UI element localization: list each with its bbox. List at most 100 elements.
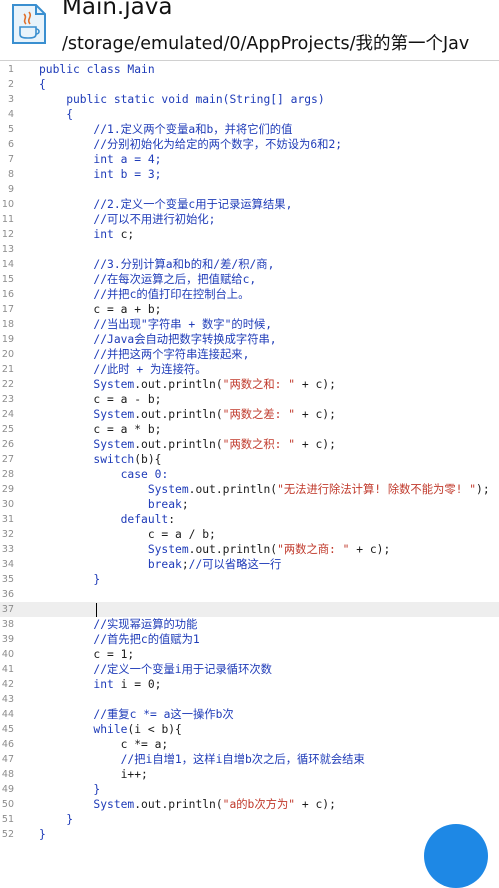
code-line[interactable]: 38 //实现幂运算的功能 [0,617,499,632]
code-line[interactable]: 5 //1.定义两个变量a和b，并将它们的值 [0,122,499,137]
line-number: 5 [7,124,14,135]
code-line[interactable]: 40 c = 1; [0,647,499,662]
comment-token: //重复c *= a这一操作b次 [39,708,234,721]
line-number: 32 [1,529,14,540]
code-line[interactable]: 47 //把i自增1，这样i自增b次之后，循环就会结束 [0,752,499,767]
line-number: 25 [1,424,14,435]
line-number: 24 [1,409,14,420]
line-number: 42 [1,679,14,690]
code-text: //把i自增1，这样i自增b次之后，循环就会结束 [39,752,365,767]
code-token: .out.println( [134,798,223,811]
code-text: c = a / b; [39,527,216,542]
code-text: switch(b){ [39,452,161,467]
code-line-current[interactable]: 37 [0,602,499,617]
code-line[interactable]: 20 //并把这两个字符串连接起来, [0,347,499,362]
code-line[interactable]: 27 switch(b){ [0,452,499,467]
code-line[interactable]: 8 int b = 3; [0,167,499,182]
code-line[interactable]: 51 } [0,812,499,827]
code-line[interactable]: 26 System.out.println("两数之积: " + c); [0,437,499,452]
code-line[interactable]: 19 //Java会自动把数字转换成字符串, [0,332,499,347]
code-token: .out.println( [134,408,223,421]
code-line[interactable]: 7 int a = 4; [0,152,499,167]
code-line[interactable]: 29 System.out.println("无法进行除法计算! 除数不能为零!… [0,482,499,497]
code-line[interactable]: 30 break; [0,497,499,512]
code-line[interactable]: 31 default: [0,512,499,527]
code-line[interactable]: 24 System.out.println("两数之差: " + c); [0,407,499,422]
comment-token: //当出现"字符串 + 数字"的时候, [39,318,273,331]
code-line[interactable]: 15 //在每次运算之后，把值赋给c, [0,272,499,287]
code-text: //此时 + 为连接符。 [39,362,206,377]
code-line[interactable]: 18 //当出现"字符串 + 数字"的时候, [0,317,499,332]
code-token: + c); [295,798,336,811]
code-editor[interactable]: 1 public class Main 2{3 public static void… [0,61,499,841]
code-line[interactable]: 10 //2.定义一个变量c用于记录运算结果, [0,197,499,212]
code-token: int [93,228,114,241]
line-number: 31 [1,514,14,525]
line-number: 49 [1,784,14,795]
line-number: 33 [1,544,14,555]
code-line[interactable]: 35 } [0,572,499,587]
code-token: { [39,78,46,91]
code-line[interactable]: 28 case 0: [0,467,499,482]
code-line[interactable]: 11 //可以不用进行初始化; [0,212,499,227]
code-line[interactable]: 49 } [0,782,499,797]
code-line[interactable]: 22 System.out.println("两数之和: " + c); [0,377,499,392]
code-text: //并把这两个字符串连接起来, [39,347,249,362]
line-number: 47 [1,754,14,765]
code-token: case [120,468,148,481]
code-token: ); [476,483,490,496]
code-line[interactable]: 2{ [0,77,499,92]
code-line[interactable]: 32 c = a / b; [0,527,499,542]
code-text: //分别初始化为给定的两个数字，不妨设为6和2; [39,137,342,152]
line-number: 30 [1,499,14,510]
code-line[interactable]: 44 //重复c *= a这一操作b次 [0,707,499,722]
line-number: 2 [7,79,14,90]
code-line[interactable]: 42 int i = 0; [0,677,499,692]
code-line[interactable]: 43 [0,692,499,707]
code-line[interactable]: 52} [0,827,499,841]
comment-token: //可以省略这一行 [188,558,282,571]
code-token: + c); [295,438,336,451]
code-line[interactable]: 14 //3.分别计算a和b的和/差/积/商, [0,257,499,272]
code-text: case 0: [39,467,169,482]
string-token: "两数之积: " [222,438,296,451]
code-line[interactable]: 1 public class Main [0,62,499,77]
code-line[interactable]: 36 [0,587,499,602]
code-line[interactable]: 21 //此时 + 为连接符。 [0,362,499,377]
code-token: c = a / b; [39,528,216,541]
action-fab[interactable] [424,824,488,888]
code-line[interactable]: 33 System.out.println("两数之商: " + c); [0,542,499,557]
code-token: } [39,828,46,841]
code-line[interactable]: 41 //定义一个变量i用于记录循环次数 [0,662,499,677]
line-number: 41 [1,664,14,675]
code-token: c = a - b; [39,393,162,406]
code-text: //重复c *= a这一操作b次 [39,707,234,722]
comment-token: //首先把c的值赋为1 [39,633,200,646]
comment-token: //在每次运算之后，把值赋给c, [39,273,257,286]
code-line[interactable]: 6 //分别初始化为给定的两个数字，不妨设为6和2; [0,137,499,152]
line-number: 21 [1,364,14,375]
code-line[interactable]: 46 c *= a; [0,737,499,752]
line-number: 34 [1,559,14,570]
code-line[interactable]: 13 [0,242,499,257]
code-line[interactable]: 25 c = a * b; [0,422,499,437]
code-line[interactable]: 39 //首先把c的值赋为1 [0,632,499,647]
code-line[interactable]: 3 public static void main(String[] args) [0,92,499,107]
code-line[interactable]: 50 System.out.println("a的b次方为" + c); [0,797,499,812]
code-token: } [39,813,74,826]
code-token: main(String[] args) [195,93,325,106]
code-line[interactable]: 9 [0,182,499,197]
code-text: //可以不用进行初始化; [39,212,215,227]
code-line[interactable]: 23 c = a - b; [0,392,499,407]
code-line[interactable]: 12 int c; [0,227,499,242]
code-line[interactable]: 48 i++; [0,767,499,782]
code-line[interactable]: 34 break;//可以省略这一行 [0,557,499,572]
code-line[interactable]: 4 { [0,107,499,122]
code-text: break; [39,497,189,512]
code-line[interactable]: 17 c = a + b; [0,302,499,317]
code-line[interactable]: 16 //并把c的值打印在控制台上。 [0,287,499,302]
code-line[interactable]: 45 while(i < b){ [0,722,499,737]
code-token: public class Main [39,63,155,76]
